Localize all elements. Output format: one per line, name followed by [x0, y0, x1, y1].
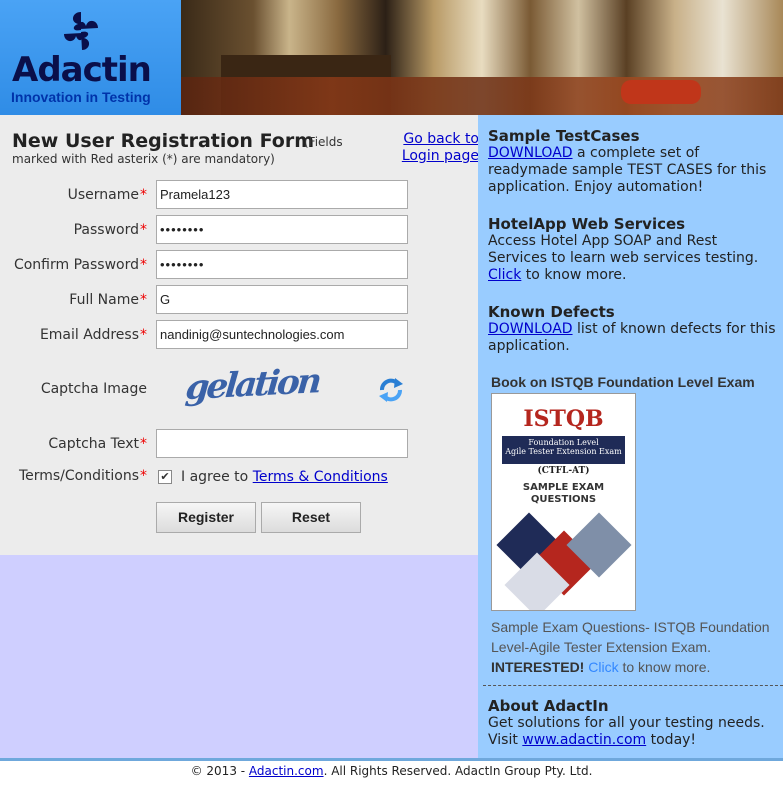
captcha-text-field[interactable]: [156, 429, 408, 458]
reset-button[interactable]: Reset: [261, 502, 361, 533]
username-field[interactable]: Pramela123: [156, 180, 408, 209]
terms-agree-text: I agree to Terms & Conditions: [181, 469, 388, 485]
footer: © 2013 - Adactin.com. All Rights Reserve…: [190, 764, 593, 778]
password-label: Password*: [73, 222, 147, 238]
back-link-line2[interactable]: Login page: [402, 148, 479, 164]
refresh-captcha-icon[interactable]: [376, 375, 406, 405]
logo-tagline: Innovation in Testing: [11, 89, 151, 105]
sample-testcases-title: Sample TestCases: [488, 127, 640, 145]
footer-divider: [0, 758, 783, 761]
captcha-word: gelation: [183, 361, 321, 409]
adactin-logo-icon: [64, 12, 98, 50]
mandatory-note: (Fields: [304, 135, 343, 149]
register-button[interactable]: Register: [156, 502, 256, 533]
required-asterisk: *: [140, 468, 147, 484]
lobby-sofa: [621, 80, 701, 104]
known-defects-title: Known Defects: [488, 303, 615, 321]
left-empty-area: [0, 555, 478, 758]
logo-text: Adactin: [12, 50, 152, 90]
book-cover-band: Foundation Level Agile Tester Extension …: [502, 436, 625, 464]
required-asterisk: *: [140, 436, 147, 452]
username-label: Username*: [67, 187, 147, 203]
footer-adactin-link[interactable]: Adactin.com: [249, 764, 324, 778]
captcha-text-label: Captcha Text*: [48, 436, 147, 452]
required-asterisk: *: [140, 292, 147, 308]
terms-conditions-link[interactable]: Terms & Conditions: [253, 469, 388, 485]
sidebar: Sample TestCases DOWNLOAD a complete set…: [478, 115, 783, 758]
form-title: New User Registration Form: [12, 130, 314, 152]
web-services-click-link[interactable]: Click: [488, 267, 521, 283]
confirm-password-field[interactable]: ••••••••: [156, 250, 408, 279]
required-asterisk: *: [140, 327, 147, 343]
web-services-text: Access Hotel App SOAP and Rest Services …: [488, 233, 759, 283]
known-defects-text: DOWNLOAD list of known defects for this …: [488, 321, 776, 354]
download-defects-link[interactable]: DOWNLOAD: [488, 321, 573, 337]
book-cover-code: (CTFL-AT): [537, 466, 590, 476]
book-cover-title: ISTQB: [523, 406, 604, 432]
email-label: Email Address*: [39, 327, 147, 343]
about-title: About AdactIn: [488, 697, 609, 715]
book-caption: Sample Exam Questions- ISTQB Foundation …: [491, 619, 770, 675]
registration-form-panel: New User Registration Form (Fields marke…: [0, 115, 479, 555]
page-header: Adactin Innovation in Testing: [0, 0, 783, 115]
full-name-label: Full Name*: [69, 292, 147, 308]
password-field[interactable]: ••••••••: [156, 215, 408, 244]
hotel-lobby-image: [181, 0, 783, 115]
book-click-link[interactable]: Click: [588, 659, 618, 675]
required-asterisk: *: [140, 187, 147, 203]
sample-testcases-text: DOWNLOAD a complete set of readymade sam…: [488, 145, 767, 195]
back-to-login-link[interactable]: Go back to Login page: [389, 131, 479, 165]
book-cover-subtitle: SAMPLE EXAM QUESTIONS: [522, 482, 605, 505]
web-services-title: HotelApp Web Services: [488, 215, 686, 233]
required-asterisk: *: [140, 257, 147, 273]
download-testcases-link[interactable]: DOWNLOAD: [488, 145, 573, 161]
full-name-field[interactable]: G: [156, 285, 408, 314]
confirm-password-label: Confirm Password*: [13, 257, 147, 273]
sidebar-divider: [483, 685, 783, 686]
adactin-website-link[interactable]: www.adactin.com: [522, 732, 646, 748]
terms-checkbox[interactable]: ✔: [158, 470, 172, 484]
captcha-image: gelation: [183, 361, 321, 417]
about-text: Get solutions for all your testing needs…: [488, 715, 765, 748]
mandatory-note-cont: marked with Red asterix (*) are mandator…: [12, 152, 275, 166]
logo[interactable]: Adactin Innovation in Testing: [0, 0, 181, 115]
terms-label: Terms/Conditions*: [18, 468, 147, 484]
back-link-line1[interactable]: Go back to: [403, 131, 479, 147]
required-asterisk: *: [140, 222, 147, 238]
email-field[interactable]: nandinig@suntechnologies.com: [156, 320, 408, 349]
book-title: Book on ISTQB Foundation Level Exam: [491, 374, 755, 390]
istqb-book-cover[interactable]: ISTQB Foundation Level Agile Tester Exte…: [491, 393, 636, 611]
captcha-image-label: Captcha Image: [40, 381, 147, 397]
